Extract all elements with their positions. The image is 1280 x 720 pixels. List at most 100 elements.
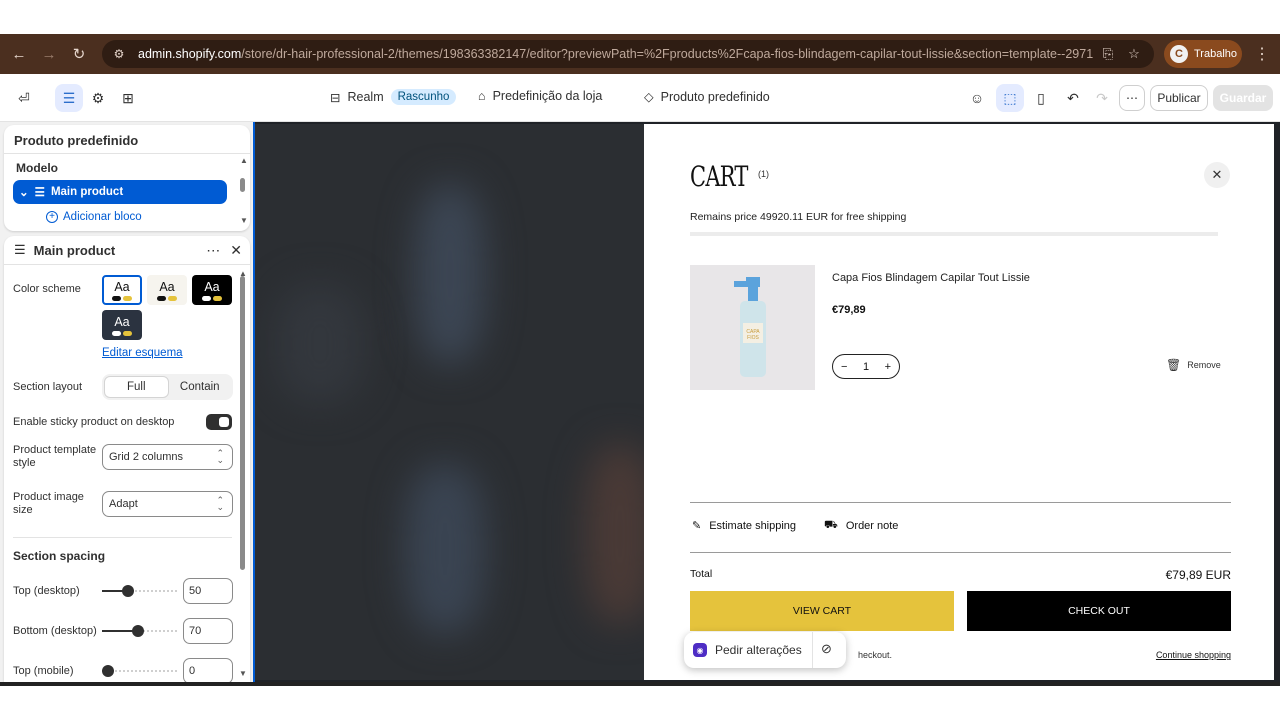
translate-icon[interactable]: ⎘ xyxy=(1097,43,1119,65)
divider xyxy=(690,552,1231,553)
apps-icon[interactable]: ⊞ xyxy=(114,84,142,112)
bottom-desktop-input[interactable]: 70 xyxy=(183,618,233,644)
color-scheme-label: Color scheme xyxy=(13,283,81,295)
top-mobile-input[interactable]: 0 xyxy=(183,658,233,682)
estimate-shipping-button[interactable]: ✎ Estimate shipping xyxy=(692,519,796,533)
pencil-icon: ✎ xyxy=(692,520,702,532)
quantity-value[interactable]: 1 xyxy=(863,361,869,373)
blurred-shape xyxy=(275,284,365,404)
swatch-colors xyxy=(157,295,177,301)
minus-icon[interactable]: − xyxy=(841,361,847,373)
inspector-icon[interactable]: ⬚ xyxy=(996,84,1024,112)
browser-toolbar: ← → ↻ ⚙ admin.shopify.com/store/dr-hair-… xyxy=(0,34,1280,74)
back-icon[interactable]: ← xyxy=(6,41,32,67)
swatch-text: Aa xyxy=(204,279,220,294)
ai-assistant-icon[interactable]: ☺ xyxy=(963,84,991,112)
template-style-value: Grid 2 columns xyxy=(109,451,183,463)
blurred-product xyxy=(405,464,485,634)
top-mobile-slider[interactable] xyxy=(102,665,177,677)
free-shipping-progress xyxy=(690,232,1218,236)
publish-button[interactable]: Publicar xyxy=(1150,85,1208,111)
slider-knob[interactable] xyxy=(132,625,144,637)
bottom-desktop-slider[interactable] xyxy=(102,625,177,637)
remove-label: Remove xyxy=(1187,360,1221,370)
template-style-label: Product template style xyxy=(13,444,97,469)
more-actions-button[interactable]: ⋯ xyxy=(1119,85,1145,111)
sections-panel-title: Produto predefinido xyxy=(4,125,250,154)
template-selector[interactable]: ◇ Produto predefinido xyxy=(644,89,770,105)
view-cart-button[interactable]: VIEW CART xyxy=(690,591,954,631)
product-image[interactable]: CAPA FIOS xyxy=(690,265,815,390)
top-desktop-input[interactable]: 50 xyxy=(183,578,233,604)
product-name[interactable]: Capa Fios Blindagem Capilar Tout Lissie xyxy=(832,272,1030,284)
reload-icon[interactable]: ↻ xyxy=(66,41,92,67)
theme-selector[interactable]: ⊟ Realm Rascunho xyxy=(330,89,457,105)
request-changes-bar[interactable]: ◉ Pedir alterações ⊘ xyxy=(684,632,846,668)
image-size-label: Product image size xyxy=(13,491,84,516)
theme-settings-icon[interactable]: ⚙ xyxy=(84,84,112,112)
image-size-select[interactable]: Adapt ⌃ ⌄ xyxy=(102,491,233,517)
cart-backdrop[interactable] xyxy=(255,124,644,680)
sticky-toggle[interactable] xyxy=(206,414,232,430)
url-text[interactable]: admin.shopify.com/store/dr-hair-professi… xyxy=(138,47,1093,61)
editor-toolbar: ⏎ ☰ ⚙ ⊞ ⊟ Realm Rascunho ⌂ Predefinição … xyxy=(0,74,1280,122)
sidekick-icon: ◉ xyxy=(693,643,707,657)
plus-icon[interactable]: + xyxy=(885,361,891,373)
checkout-button[interactable]: CHECK OUT xyxy=(967,591,1231,631)
section-item-main-product[interactable]: ⌄ ☰ Main product xyxy=(13,180,227,204)
scroll-thumb[interactable] xyxy=(240,276,245,570)
scroll-thumb[interactable] xyxy=(240,178,245,192)
profile-button[interactable]: C Trabalho xyxy=(1164,40,1242,68)
layout-option-full[interactable]: Full xyxy=(104,376,169,398)
slider-knob[interactable] xyxy=(102,665,114,677)
color-scheme-swatch-1[interactable]: Aa xyxy=(102,275,142,305)
exit-icon[interactable]: ⏎ xyxy=(10,84,38,112)
store-preset-selector[interactable]: ⌂ Predefinição da loja xyxy=(478,89,602,103)
scroll-down-icon[interactable]: ▼ xyxy=(240,216,248,225)
swatch-text: Aa xyxy=(159,279,175,294)
tag-icon: ◇ xyxy=(644,90,654,104)
product-price: €79,89 xyxy=(832,304,866,316)
select-arrows-icon: ⌃ ⌄ xyxy=(216,495,224,512)
redo-icon[interactable]: ↷ xyxy=(1088,84,1116,112)
save-button[interactable]: Guardar xyxy=(1213,85,1273,111)
close-icon[interactable]: ✕ xyxy=(230,242,242,259)
swatch-text: Aa xyxy=(114,279,130,294)
add-block-button[interactable]: + Adicionar bloco xyxy=(46,211,142,223)
section-spacing-title: Section spacing xyxy=(13,549,106,563)
group-label: Modelo xyxy=(16,161,58,175)
eye-slash-icon[interactable]: ⊘ xyxy=(821,641,832,657)
bottom-desktop-label: Bottom (desktop) xyxy=(13,625,97,637)
order-note-button[interactable]: ⛟ Order note xyxy=(824,519,898,533)
address-bar[interactable]: ⚙ admin.shopify.com/store/dr-hair-profes… xyxy=(102,40,1154,68)
slider-knob[interactable] xyxy=(122,585,134,597)
scroll-down-icon[interactable]: ▼ xyxy=(239,669,247,678)
scrollbar[interactable]: ▲ ▼ xyxy=(240,156,248,225)
continue-shopping-link[interactable]: Continue shopping xyxy=(1124,650,1231,660)
scroll-up-icon[interactable]: ▲ xyxy=(240,156,248,165)
chevron-down-icon[interactable]: ⌄ xyxy=(19,185,29,199)
more-icon[interactable]: ⋯ xyxy=(206,242,220,259)
settings-panel-title: Main product xyxy=(33,242,116,258)
undo-icon[interactable]: ↶ xyxy=(1059,84,1087,112)
color-scheme-swatch-2[interactable]: Aa xyxy=(147,275,187,305)
site-settings-icon[interactable]: ⚙ xyxy=(110,45,128,63)
section-icon: ☰ xyxy=(14,242,26,257)
section-icon: ☰ xyxy=(34,187,45,199)
bookmark-star-icon[interactable]: ☆ xyxy=(1123,43,1145,65)
cart-count: (1) xyxy=(758,169,769,179)
edit-scheme-link[interactable]: Editar esquema xyxy=(102,347,183,359)
browser-menu-icon[interactable]: ⋮ xyxy=(1252,40,1272,68)
section-layout-label: Section layout xyxy=(13,381,83,393)
sections-icon[interactable]: ☰ xyxy=(55,84,83,112)
color-scheme-swatch-4[interactable]: Aa xyxy=(102,310,142,340)
color-scheme-swatch-3[interactable]: Aa xyxy=(192,275,232,305)
forward-icon[interactable]: → xyxy=(36,41,62,67)
close-icon[interactable]: ✕ xyxy=(1204,162,1230,188)
header-actions: ⋯ ✕ xyxy=(206,242,242,259)
layout-option-contain[interactable]: Contain xyxy=(169,376,232,398)
remove-button[interactable]: 🗑 Remove xyxy=(1166,358,1221,372)
mobile-preview-icon[interactable]: ▯ xyxy=(1027,84,1055,112)
top-desktop-slider[interactable] xyxy=(102,585,177,597)
template-style-select[interactable]: Grid 2 columns ⌃ ⌄ xyxy=(102,444,233,470)
